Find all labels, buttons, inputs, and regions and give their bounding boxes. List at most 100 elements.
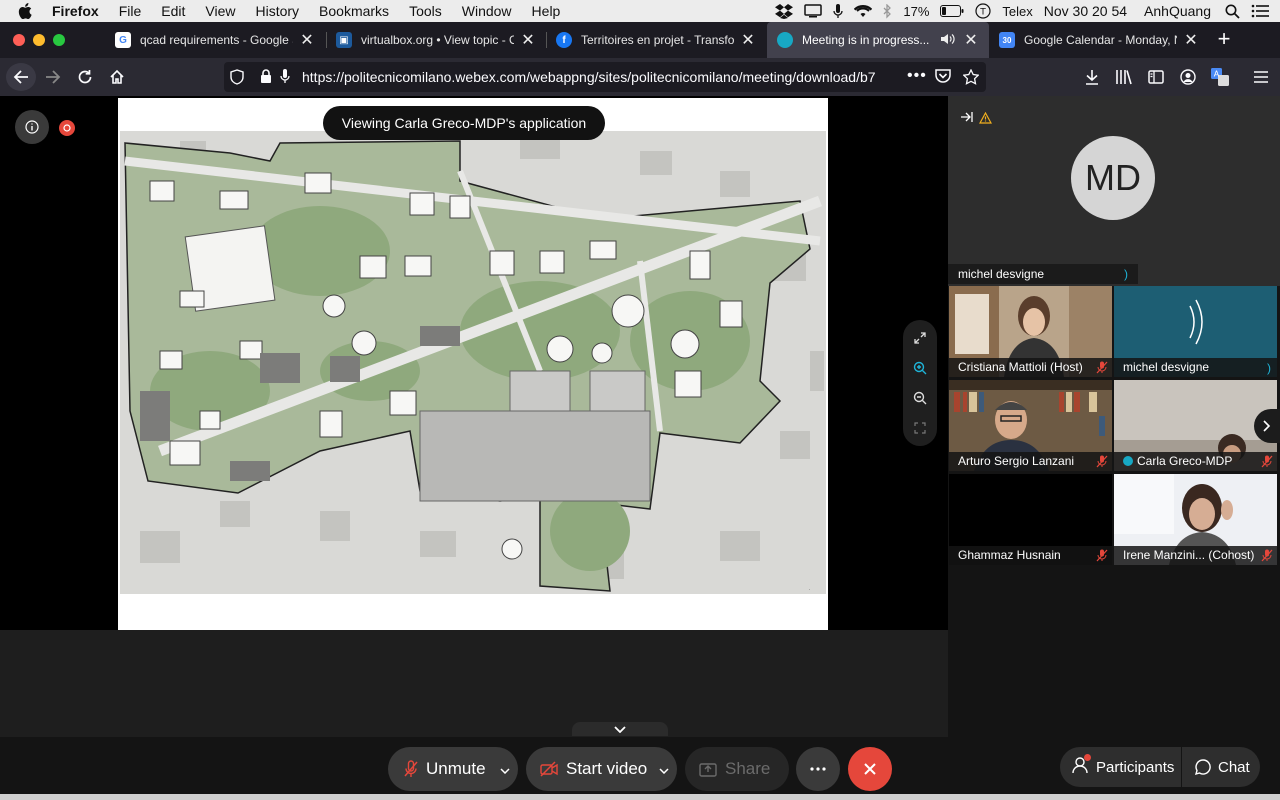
forward-arrow-icon bbox=[46, 70, 61, 84]
menu-clock[interactable]: Nov 30 20 54 bbox=[1044, 3, 1127, 19]
participant-tile[interactable]: Cristiana Mattioli (Host) bbox=[949, 286, 1112, 377]
google-icon: G bbox=[115, 32, 131, 48]
microphone-permission-icon[interactable] bbox=[280, 69, 290, 89]
close-tab-icon[interactable]: ✕ bbox=[1183, 30, 1199, 50]
translate-extension-button[interactable]: A bbox=[1207, 65, 1233, 89]
window-minimize-button[interactable] bbox=[33, 34, 45, 46]
screen-mirror-icon[interactable] bbox=[804, 4, 823, 18]
audio-only-indicator-icon bbox=[1189, 299, 1203, 345]
input-source-label[interactable]: Telex bbox=[1002, 4, 1032, 19]
menu-bookmarks[interactable]: Bookmarks bbox=[319, 3, 389, 19]
sidebar-toggle-button[interactable] bbox=[1143, 65, 1169, 89]
muted-mic-icon bbox=[1096, 361, 1108, 374]
tracking-shield-icon[interactable] bbox=[230, 69, 244, 90]
url-bar[interactable]: https://politecnicomilano.webex.com/weba… bbox=[224, 62, 986, 92]
battery-icon[interactable] bbox=[940, 5, 964, 17]
participant-tile[interactable]: Carla Greco-MDP bbox=[1114, 380, 1277, 471]
spotlight-search-icon[interactable] bbox=[1225, 4, 1240, 19]
window-close-button[interactable] bbox=[13, 34, 25, 46]
menu-history[interactable]: History bbox=[255, 3, 299, 19]
avatar: MD bbox=[1071, 136, 1155, 220]
muted-mic-icon bbox=[1096, 455, 1108, 468]
start-video-button[interactable]: Start video bbox=[526, 747, 677, 791]
app-menu-button[interactable] bbox=[1248, 65, 1274, 89]
leave-meeting-button[interactable] bbox=[848, 747, 892, 791]
downloads-button[interactable] bbox=[1079, 65, 1105, 89]
dropbox-icon[interactable] bbox=[775, 3, 794, 19]
forward-button[interactable] bbox=[40, 65, 66, 89]
meeting-info-button[interactable] bbox=[15, 110, 49, 144]
menu-user[interactable]: AnhQuang bbox=[1144, 3, 1211, 19]
close-tab-icon[interactable]: ✕ bbox=[963, 30, 979, 50]
participants-icon bbox=[1072, 754, 1091, 778]
notification-center-icon[interactable] bbox=[1251, 4, 1269, 18]
menu-view[interactable]: View bbox=[205, 3, 235, 19]
video-off-icon bbox=[540, 761, 558, 777]
menu-edit[interactable]: Edit bbox=[161, 3, 185, 19]
participants-video-panel: MD michel desvigne ) Cristiana Mattioli … bbox=[948, 96, 1280, 737]
facebook-icon: f bbox=[556, 32, 572, 48]
input-source-icon[interactable]: T bbox=[975, 3, 991, 19]
page-actions-more-icon[interactable]: ••• bbox=[907, 67, 927, 85]
new-tab-button[interactable]: + bbox=[1212, 26, 1236, 52]
tab-title: qcad requirements - Google Se bbox=[140, 33, 293, 47]
menu-file[interactable]: File bbox=[119, 3, 142, 19]
zoom-in-icon[interactable] bbox=[912, 360, 928, 376]
lock-icon[interactable] bbox=[260, 69, 272, 89]
participants-button[interactable]: Participants bbox=[1060, 747, 1181, 787]
recording-indicator-icon[interactable] bbox=[59, 120, 75, 136]
participant-tile[interactable]: Ghammaz Husnain bbox=[949, 474, 1112, 565]
unmute-options-chevron-icon[interactable] bbox=[500, 759, 510, 779]
reload-button[interactable] bbox=[72, 65, 98, 89]
share-label: Share bbox=[725, 759, 771, 778]
share-button[interactable]: Share bbox=[685, 747, 789, 791]
url-text[interactable]: https://politecnicomilano.webex.com/weba… bbox=[302, 69, 902, 85]
tab-virtualbox[interactable]: ▣ virtualbox.org • View topic - O ✕ bbox=[326, 22, 546, 58]
fullscreen-expand-icon[interactable] bbox=[912, 330, 928, 346]
unmute-button[interactable]: Unmute bbox=[388, 747, 518, 791]
tab-title: Google Calendar - Monday, No bbox=[1024, 33, 1177, 47]
close-tab-icon[interactable]: ✕ bbox=[299, 30, 315, 50]
tab-google-calendar[interactable]: 30 Google Calendar - Monday, No ✕ bbox=[989, 22, 1209, 58]
muted-mic-icon bbox=[404, 760, 418, 777]
wifi-icon[interactable] bbox=[854, 4, 873, 18]
home-button[interactable] bbox=[104, 65, 130, 89]
active-speaker-tile[interactable]: MD michel desvigne ) bbox=[948, 96, 1280, 286]
more-options-button[interactable] bbox=[796, 747, 840, 791]
warning-icon[interactable] bbox=[978, 111, 993, 129]
video-options-chevron-icon[interactable] bbox=[659, 759, 669, 779]
zoom-out-icon[interactable] bbox=[912, 390, 928, 406]
menu-app-firefox[interactable]: Firefox bbox=[52, 3, 99, 19]
collapse-panel-button[interactable] bbox=[572, 722, 668, 736]
muted-mic-icon bbox=[1096, 549, 1108, 562]
account-button[interactable] bbox=[1175, 65, 1201, 89]
window-zoom-button[interactable] bbox=[53, 34, 65, 46]
library-button[interactable] bbox=[1111, 65, 1137, 89]
collapse-video-panel-icon[interactable] bbox=[960, 110, 974, 128]
viewing-application-banner: Viewing Carla Greco-MDP's application bbox=[323, 106, 605, 140]
menu-window[interactable]: Window bbox=[462, 3, 512, 19]
participant-tile[interactable]: michel desvigne ) bbox=[1114, 286, 1277, 377]
bluetooth-icon[interactable] bbox=[883, 3, 892, 19]
browser-tab-strip: G qcad requirements - Google Se ✕ ▣ virt… bbox=[0, 22, 1280, 58]
close-tab-icon[interactable]: ✕ bbox=[520, 30, 536, 50]
virtualbox-icon: ▣ bbox=[336, 32, 352, 48]
tab-qcad-requirements[interactable]: G qcad requirements - Google Se ✕ bbox=[105, 22, 325, 58]
back-button[interactable] bbox=[6, 63, 36, 91]
chat-button[interactable]: Chat bbox=[1182, 747, 1260, 787]
pocket-icon[interactable] bbox=[935, 69, 951, 89]
next-participants-button[interactable] bbox=[1254, 409, 1280, 443]
apple-menu-icon[interactable] bbox=[18, 0, 34, 22]
close-tab-icon[interactable]: ✕ bbox=[740, 30, 756, 50]
menu-help[interactable]: Help bbox=[532, 3, 561, 19]
speaker-playing-icon[interactable] bbox=[941, 33, 957, 48]
microphone-status-icon[interactable] bbox=[833, 3, 844, 19]
tab-territoires[interactable]: f Territoires en projet - Transfor ✕ bbox=[546, 22, 766, 58]
tab-meeting[interactable]: Meeting is in progress... ✕ bbox=[767, 22, 989, 58]
webex-icon bbox=[777, 32, 793, 48]
participant-tile[interactable]: Arturo Sergio Lanzani bbox=[949, 380, 1112, 471]
menu-tools[interactable]: Tools bbox=[409, 3, 442, 19]
fit-to-window-icon[interactable] bbox=[912, 420, 928, 436]
participant-tile[interactable]: Irene Manzini... (Cohost) bbox=[1114, 474, 1277, 565]
bookmark-star-icon[interactable] bbox=[962, 68, 980, 90]
